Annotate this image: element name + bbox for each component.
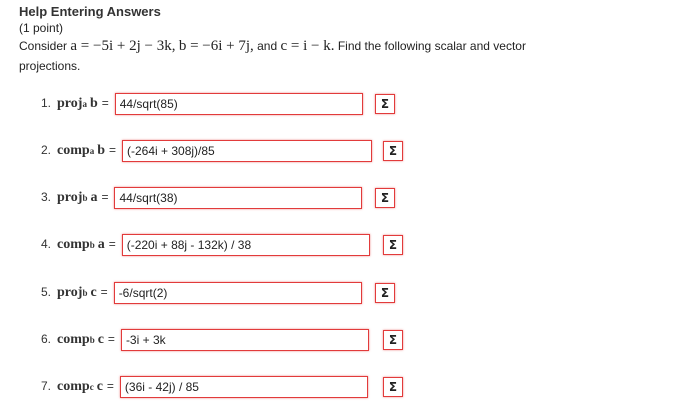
answer-row-6: 6. comp b c = -3i + 3k — [41, 328, 369, 352]
equation-editor-sigma-icon[interactable]: Σ — [383, 235, 403, 255]
question-label: 3. proj b a = — [41, 190, 109, 205]
question-label: 5. proj b c = — [41, 285, 108, 300]
vector-b-definition: b = −6i + 7j, — [178, 38, 254, 54]
answer-input[interactable]: -3i + 3k — [120, 329, 369, 351]
equation-editor-sigma-icon[interactable]: Σ — [383, 377, 403, 397]
vector-a-definition: a = −5i + 2j − 3k, — [70, 38, 176, 54]
instruction-text-continued: projections. — [19, 59, 81, 73]
answer-row-5: 5. proj b c = -6/sqrt(2) — [41, 281, 362, 305]
equation-editor-sigma-icon[interactable]: Σ — [375, 188, 395, 208]
question-label: 6. comp b c = — [41, 332, 115, 347]
answer-row-1: 1. proj a b = 44/sqrt(85) — [41, 92, 363, 116]
question-label: 7. comp c c = — [41, 379, 114, 394]
answer-row-7: 7. comp c c = (36i - 42j) / 85 — [41, 375, 368, 399]
equation-editor-sigma-icon[interactable]: Σ — [375, 94, 395, 114]
question-label: 1. proj a b = — [41, 96, 109, 111]
answer-input[interactable]: -6/sqrt(2) — [113, 282, 362, 304]
help-entering-answers-link[interactable]: Help Entering Answers — [19, 4, 679, 20]
answer-input[interactable]: (36i - 42j) / 85 — [119, 376, 368, 398]
instruction-text: Find the following scalar and vector — [337, 39, 526, 53]
question-label: 2. comp a b = — [41, 143, 116, 158]
answer-input[interactable]: (-220i + 88j - 132k) / 38 — [121, 234, 370, 256]
equation-editor-sigma-icon[interactable]: Σ — [375, 283, 395, 303]
problem-header: Help Entering Answers (1 point) Consider… — [19, 4, 679, 76]
vector-c-definition: c = i − k. — [280, 38, 335, 54]
and-text: and — [257, 39, 278, 53]
answer-input[interactable]: 44/sqrt(38) — [114, 187, 363, 209]
question-label: 4. comp b a = — [41, 237, 116, 252]
problem-statement: Consider a = −5i + 2j − 3k, b = −6i + 7j… — [19, 36, 679, 76]
answer-input[interactable]: (-264i + 308j)/85 — [122, 140, 372, 162]
answer-row-2: 2. comp a b = (-264i + 308j)/85 — [41, 139, 372, 163]
answer-row-4: 4. comp b a = (-220i + 88j - 132k) / 38 — [41, 233, 370, 257]
answer-input[interactable]: 44/sqrt(85) — [114, 93, 363, 115]
equation-editor-sigma-icon[interactable]: Σ — [383, 330, 403, 350]
equation-editor-sigma-icon[interactable]: Σ — [383, 141, 403, 161]
answer-row-3: 3. proj b a = 44/sqrt(38) — [41, 186, 363, 210]
points-label: (1 point) — [19, 21, 64, 35]
consider-text: Consider — [19, 39, 68, 53]
